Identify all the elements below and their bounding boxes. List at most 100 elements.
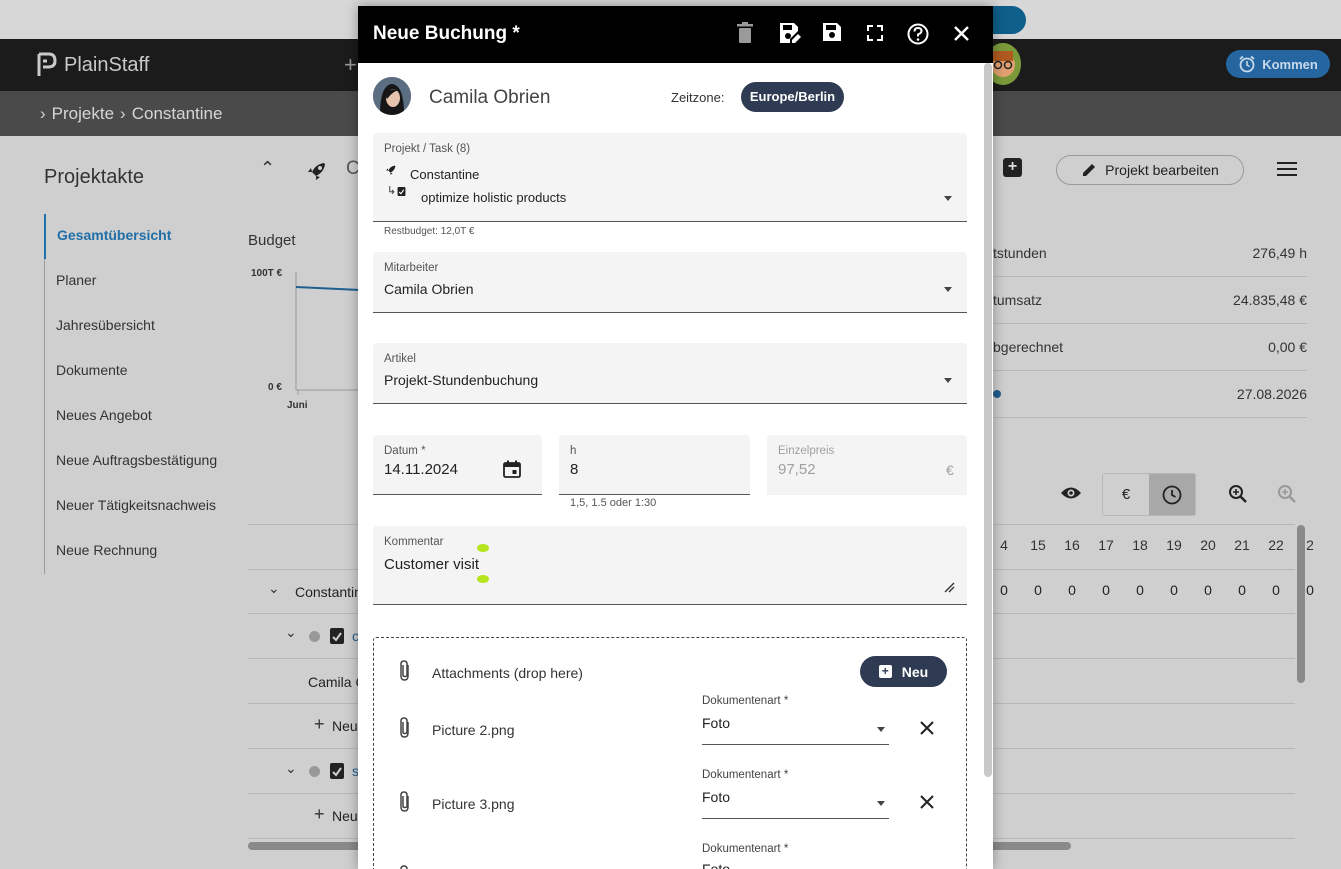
rocket-icon — [308, 163, 325, 180]
chevron-right-icon: › — [40, 104, 46, 123]
time-toggle[interactable] — [1149, 474, 1195, 515]
chevron-down-icon[interactable]: ⌄ — [285, 760, 297, 777]
save-edit-icon[interactable] — [779, 22, 801, 44]
employee-label: Mitarbeiter — [384, 262, 439, 274]
stat-label: bgerechnet — [993, 339, 1064, 355]
remove-attachment-icon[interactable] — [920, 795, 934, 809]
tree-project-name: Constantin — [295, 584, 362, 600]
currency-toggle[interactable]: € — [1103, 474, 1149, 515]
stat-row: 27.08.2026 — [993, 371, 1307, 418]
rocket-icon — [386, 165, 396, 175]
dialog-scrollbar[interactable] — [984, 63, 992, 777]
stat-row: tumsatz 24.835,48 € — [993, 277, 1307, 324]
plus-icon[interactable]: + — [314, 804, 325, 825]
stat-value: 27.08.2026 — [1236, 386, 1307, 402]
day-header: 21 — [1234, 537, 1250, 553]
sidebar-item-neues-angebot[interactable]: Neues Angebot — [45, 394, 244, 439]
stat-label: tumsatz — [993, 292, 1043, 308]
task-check-icon — [330, 763, 344, 779]
day-value: 0 — [1204, 582, 1212, 598]
date-field[interactable]: Datum * 14.11.2024 — [373, 435, 542, 495]
close-icon[interactable] — [954, 26, 969, 41]
document-type-label: Dokumentenart * — [702, 843, 789, 855]
kommen-button[interactable]: Kommen — [1226, 50, 1330, 78]
logo[interactable]: PlainStaff — [36, 52, 149, 78]
stat-value: 0,00 € — [1268, 339, 1307, 355]
employee-select[interactable]: Mitarbeiter Camila Obrien — [373, 252, 967, 313]
view-toggle-group: € — [1102, 473, 1196, 516]
project-task-label: Projekt / Task (8) — [384, 143, 471, 155]
add-icon[interactable]: + — [344, 52, 357, 78]
chevron-down-icon[interactable]: ⌄ — [268, 580, 280, 597]
sidebar-item-neue-auftragsbestaetigung[interactable]: Neue Auftragsbestätigung — [45, 439, 244, 484]
alarm-clock-icon — [1239, 55, 1255, 73]
hours-label: h — [570, 445, 577, 457]
task-check-icon — [330, 628, 344, 644]
sidebar-item-neuer-taetigkeitsnachweis[interactable]: Neuer Tätigkeitsnachweis — [45, 484, 244, 529]
sidebar-item-planer[interactable]: Planer — [45, 259, 244, 304]
new-booking-link[interactable]: Neu — [332, 808, 358, 824]
status-dot — [309, 766, 320, 777]
document-type-select[interactable]: Foto — [702, 789, 730, 805]
timezone-chip[interactable]: Europe/Berlin — [741, 82, 844, 112]
calendar-icon[interactable] — [503, 460, 521, 478]
help-icon[interactable] — [907, 23, 929, 45]
new-attachment-button[interactable]: + Neu — [860, 656, 947, 687]
dropdown-caret-icon — [944, 287, 952, 292]
new-attachment-label: Neu — [901, 663, 929, 680]
paperclip-icon — [400, 660, 409, 681]
chevron-up-icon[interactable]: ⌃ — [260, 158, 275, 179]
attachment-filename: Picture 3.png — [432, 796, 515, 812]
comment-label: Kommentar — [384, 536, 444, 548]
sidebar-item-jahresuebersicht[interactable]: Jahresübersicht — [45, 304, 244, 349]
zoom-out-icon[interactable] — [1277, 484, 1297, 504]
user-avatar — [373, 77, 411, 115]
trash-icon[interactable] — [737, 22, 753, 44]
project-task-field[interactable]: Projekt / Task (8) Constantine ↳ optimiz… — [373, 133, 967, 222]
hamburger-menu-icon[interactable] — [1277, 161, 1297, 177]
comment-textarea[interactable]: Kommentar Customer visit — [373, 526, 967, 605]
new-booking-link[interactable]: Neu — [332, 718, 358, 734]
day-header: 18 — [1132, 537, 1148, 553]
fullscreen-icon[interactable] — [867, 25, 883, 41]
breadcrumb-projekte[interactable]: Projekte — [52, 104, 114, 124]
sidebar-item-neue-rechnung[interactable]: Neue Rechnung — [45, 529, 244, 574]
article-select[interactable]: Artikel Projekt-Stundenbuchung — [373, 343, 967, 404]
dropdown-caret-icon — [877, 801, 885, 806]
help-dot-icon — [993, 390, 1001, 398]
document-type-select[interactable]: Foto — [702, 715, 730, 731]
sidebar-item-dokumente[interactable]: Dokumente — [45, 349, 244, 394]
paperclip-icon — [400, 865, 408, 869]
breadcrumb-constantine[interactable]: Constantine — [132, 104, 223, 124]
edit-project-label: Projekt bearbeiten — [1105, 162, 1219, 178]
day-value: 0 — [1272, 582, 1280, 598]
day-header: 22 — [1268, 537, 1284, 553]
employee-name-partial: Camila C — [308, 674, 366, 690]
sidebar: Gesamtübersicht Planer Jahresübersicht D… — [44, 214, 244, 574]
plus-icon[interactable]: + — [314, 714, 325, 735]
article-label: Artikel — [384, 353, 416, 365]
employee-value: Camila Obrien — [384, 281, 474, 297]
day-header: 17 — [1098, 537, 1114, 553]
dialog-title: Neue Buchung * — [373, 23, 520, 44]
edit-project-button[interactable]: Projekt bearbeiten — [1056, 155, 1244, 185]
eye-icon[interactable] — [1060, 484, 1082, 502]
resize-handle-icon[interactable] — [943, 581, 955, 593]
sidebar-item-gesamtuebersicht[interactable]: Gesamtübersicht — [44, 214, 244, 259]
article-value: Projekt-Stundenbuchung — [384, 372, 539, 388]
stats-panel: tstunden 276,49 h tumsatz 24.835,48 € bger… — [993, 230, 1307, 418]
date-value: 14.11.2024 — [384, 461, 458, 478]
grid-vertical-scrollbar[interactable] — [1297, 525, 1305, 683]
hours-field[interactable]: h 8 — [559, 435, 750, 495]
document-type-select[interactable]: Foto — [702, 861, 730, 869]
save-icon[interactable] — [822, 22, 842, 42]
stat-label: tstunden — [993, 245, 1047, 261]
add-box-button[interactable]: + — [1003, 158, 1022, 177]
chevron-down-icon[interactable]: ⌄ — [285, 624, 297, 641]
new-booking-dialog: Neue Buchung * Camila Obrien Zeitzone: E… — [358, 6, 993, 869]
zoom-in-icon[interactable] — [1228, 484, 1248, 504]
chart-y-tick-top: 100T € — [251, 268, 283, 279]
stat-row: tstunden 276,49 h — [993, 230, 1307, 277]
remove-attachment-icon[interactable] — [920, 721, 934, 735]
day-value: 0 — [1034, 582, 1042, 598]
